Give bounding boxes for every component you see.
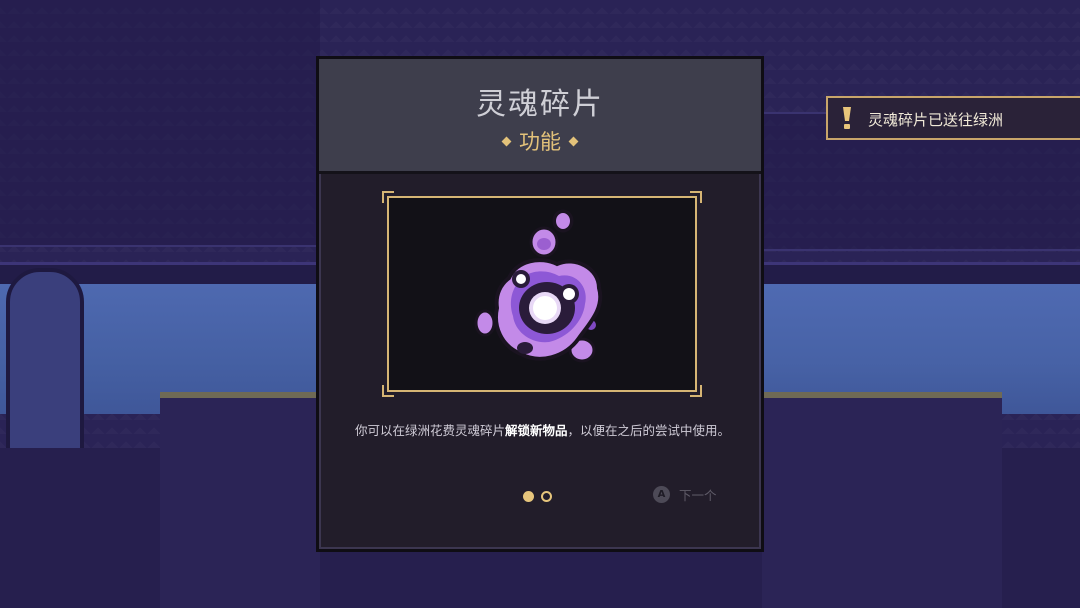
dialog-subtitle: 功能 <box>519 130 561 154</box>
description-text: ，以便在之后的尝试中使用。 <box>567 423 731 438</box>
description-highlight: 解锁新物品 <box>505 423 568 438</box>
next-button[interactable]: A 下一个 <box>653 484 717 504</box>
dialog-title: 灵魂碎片 <box>476 87 604 122</box>
page-dot-inactive[interactable] <box>541 491 552 502</box>
page-dot-active[interactable] <box>523 491 534 502</box>
notification-text: 灵魂碎片已送往绿洲 <box>868 111 1004 129</box>
notification-toast: 灵魂碎片已送往绿洲 <box>826 96 1080 140</box>
pagination-dots <box>523 487 559 506</box>
background-platform-right <box>762 392 1002 608</box>
a-button-icon: A <box>653 486 670 503</box>
exclamation-icon <box>843 107 851 129</box>
dialog-header: 灵魂碎片 功能 <box>319 59 761 174</box>
background-wall-left <box>0 0 320 247</box>
dialog-description: 你可以在绿洲花费灵魂碎片解锁新物品，以便在之后的尝试中使用。 <box>355 421 735 441</box>
soul-shard-icon <box>474 209 603 363</box>
dialog-subtitle-row: 功能 <box>319 126 761 156</box>
diamond-icon <box>568 136 579 146</box>
background-platform-left <box>160 392 320 608</box>
tutorial-dialog: 灵魂碎片 功能 你可以在绿洲花费灵魂碎片解锁新物品，以便在之后的尝试中使用。 A… <box>316 56 764 552</box>
description-text: 你可以在绿洲花费灵魂碎片 <box>355 423 506 438</box>
illustration-frame <box>382 191 702 397</box>
diamond-icon <box>501 136 512 146</box>
next-label: 下一个 <box>679 488 717 503</box>
